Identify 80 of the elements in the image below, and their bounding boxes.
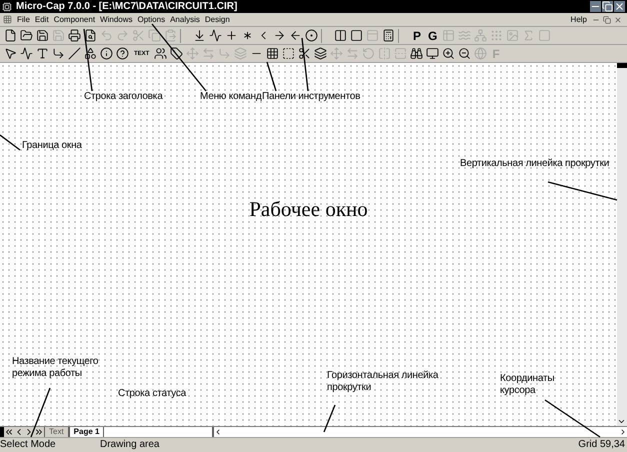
binoculars-icon[interactable] [410, 47, 424, 60]
scrollbar-thumb[interactable] [617, 63, 627, 68]
scroll-right-icon[interactable] [619, 428, 627, 436]
save-icon[interactable] [36, 29, 49, 42]
wave-icon[interactable] [20, 47, 33, 60]
users-icon[interactable] [154, 47, 168, 60]
restore-icon[interactable] [603, 16, 611, 24]
scroll-down-icon[interactable] [617, 417, 626, 426]
horizontal-scrollbar[interactable] [214, 427, 627, 437]
window-title: Micro-Cap 7.0.0 - [E:\MC7\DATA\CIRCUIT1.CIR] [16, 2, 238, 12]
arrow-icon[interactable] [273, 29, 286, 42]
grid-icon[interactable] [266, 47, 280, 60]
last-page-icon[interactable] [34, 427, 44, 437]
annotation-label: Горизонтальная линейка прокрутки [327, 370, 440, 394]
folder-icon[interactable] [20, 29, 33, 42]
menu-item[interactable]: Options [138, 16, 166, 24]
zoom-out-icon[interactable] [458, 47, 472, 60]
leader-line [83, 28, 93, 92]
menu-item[interactable]: File [17, 16, 30, 24]
vertical-scrollbar[interactable] [617, 63, 627, 426]
app-icon [2, 2, 12, 12]
status-mode: Select Mode [0, 440, 57, 450]
printer-icon[interactable] [68, 29, 81, 42]
page-tab[interactable]: Page 1 [68, 427, 104, 437]
line-icon[interactable] [68, 47, 81, 60]
tag-icon[interactable] [170, 47, 184, 60]
annotation-label: Координаты курсора [500, 373, 556, 397]
leader-line [548, 181, 618, 201]
document-icon [3, 15, 12, 24]
menu-item[interactable]: Windows [100, 16, 132, 24]
arrow-icon[interactable] [289, 29, 302, 42]
layers-icon[interactable] [314, 47, 328, 60]
minimize-icon[interactable] [590, 1, 601, 12]
close-icon[interactable] [614, 1, 625, 12]
calculator-icon[interactable] [382, 29, 395, 42]
annotation-label: Вертикальная линейка прокрутки [460, 158, 610, 170]
print-preview-icon[interactable] [84, 29, 97, 42]
pointer-icon[interactable] [4, 47, 17, 60]
leader-line [152, 24, 206, 92]
wire-icon[interactable] [52, 47, 65, 60]
annotation-label: Строка статуса [118, 388, 188, 400]
toolbar-text-button[interactable]: G [426, 30, 440, 42]
dashed-square-icon[interactable] [282, 47, 296, 60]
text-tool-icon[interactable] [36, 47, 49, 60]
tile-windows-icon[interactable] [334, 29, 347, 42]
circle-dot-icon[interactable] [305, 29, 318, 42]
close-icon[interactable] [614, 16, 622, 24]
leader-line [30, 388, 51, 438]
zoom-in-icon[interactable] [442, 47, 456, 60]
plus-icon[interactable] [225, 29, 238, 42]
leader-line [0, 134, 20, 151]
menu-item[interactable]: Help [570, 16, 587, 24]
shapes-icon[interactable] [84, 47, 97, 60]
first-page-icon[interactable] [4, 427, 14, 437]
menu-item[interactable]: Analysis [170, 16, 200, 24]
info-icon[interactable] [100, 47, 113, 60]
cut-icon[interactable] [298, 47, 312, 60]
menu-item[interactable]: Edit [34, 16, 49, 24]
annotation-label: Панели инструментов [262, 91, 360, 103]
help-icon[interactable] [116, 47, 129, 60]
menu-item[interactable]: Component [54, 16, 96, 24]
canvas-label: Рабочее окно [249, 199, 368, 220]
status-coordinates: Grid 59,34 [578, 440, 626, 450]
status-area: Drawing area [100, 440, 160, 450]
annotation-label: Строка заголовка [84, 91, 163, 103]
leader-line [544, 399, 600, 438]
new-file-icon[interactable] [4, 29, 17, 42]
annotation-label: Название текущего режима работы [12, 356, 100, 380]
restore-icon[interactable] [602, 1, 613, 12]
leader-line [301, 38, 309, 92]
menu-item[interactable]: Design [204, 16, 230, 24]
window-icon[interactable] [350, 29, 363, 42]
leader-line [323, 404, 336, 432]
annotation-label: Меню команд [200, 91, 262, 103]
wave-icon[interactable] [209, 29, 222, 42]
page-tab[interactable]: Text [44, 427, 69, 437]
annotation-label: Граница окна [22, 140, 83, 152]
leader-line [266, 62, 277, 92]
toolbar-text-button[interactable]: P [411, 30, 424, 42]
monitor-icon[interactable] [426, 47, 440, 60]
